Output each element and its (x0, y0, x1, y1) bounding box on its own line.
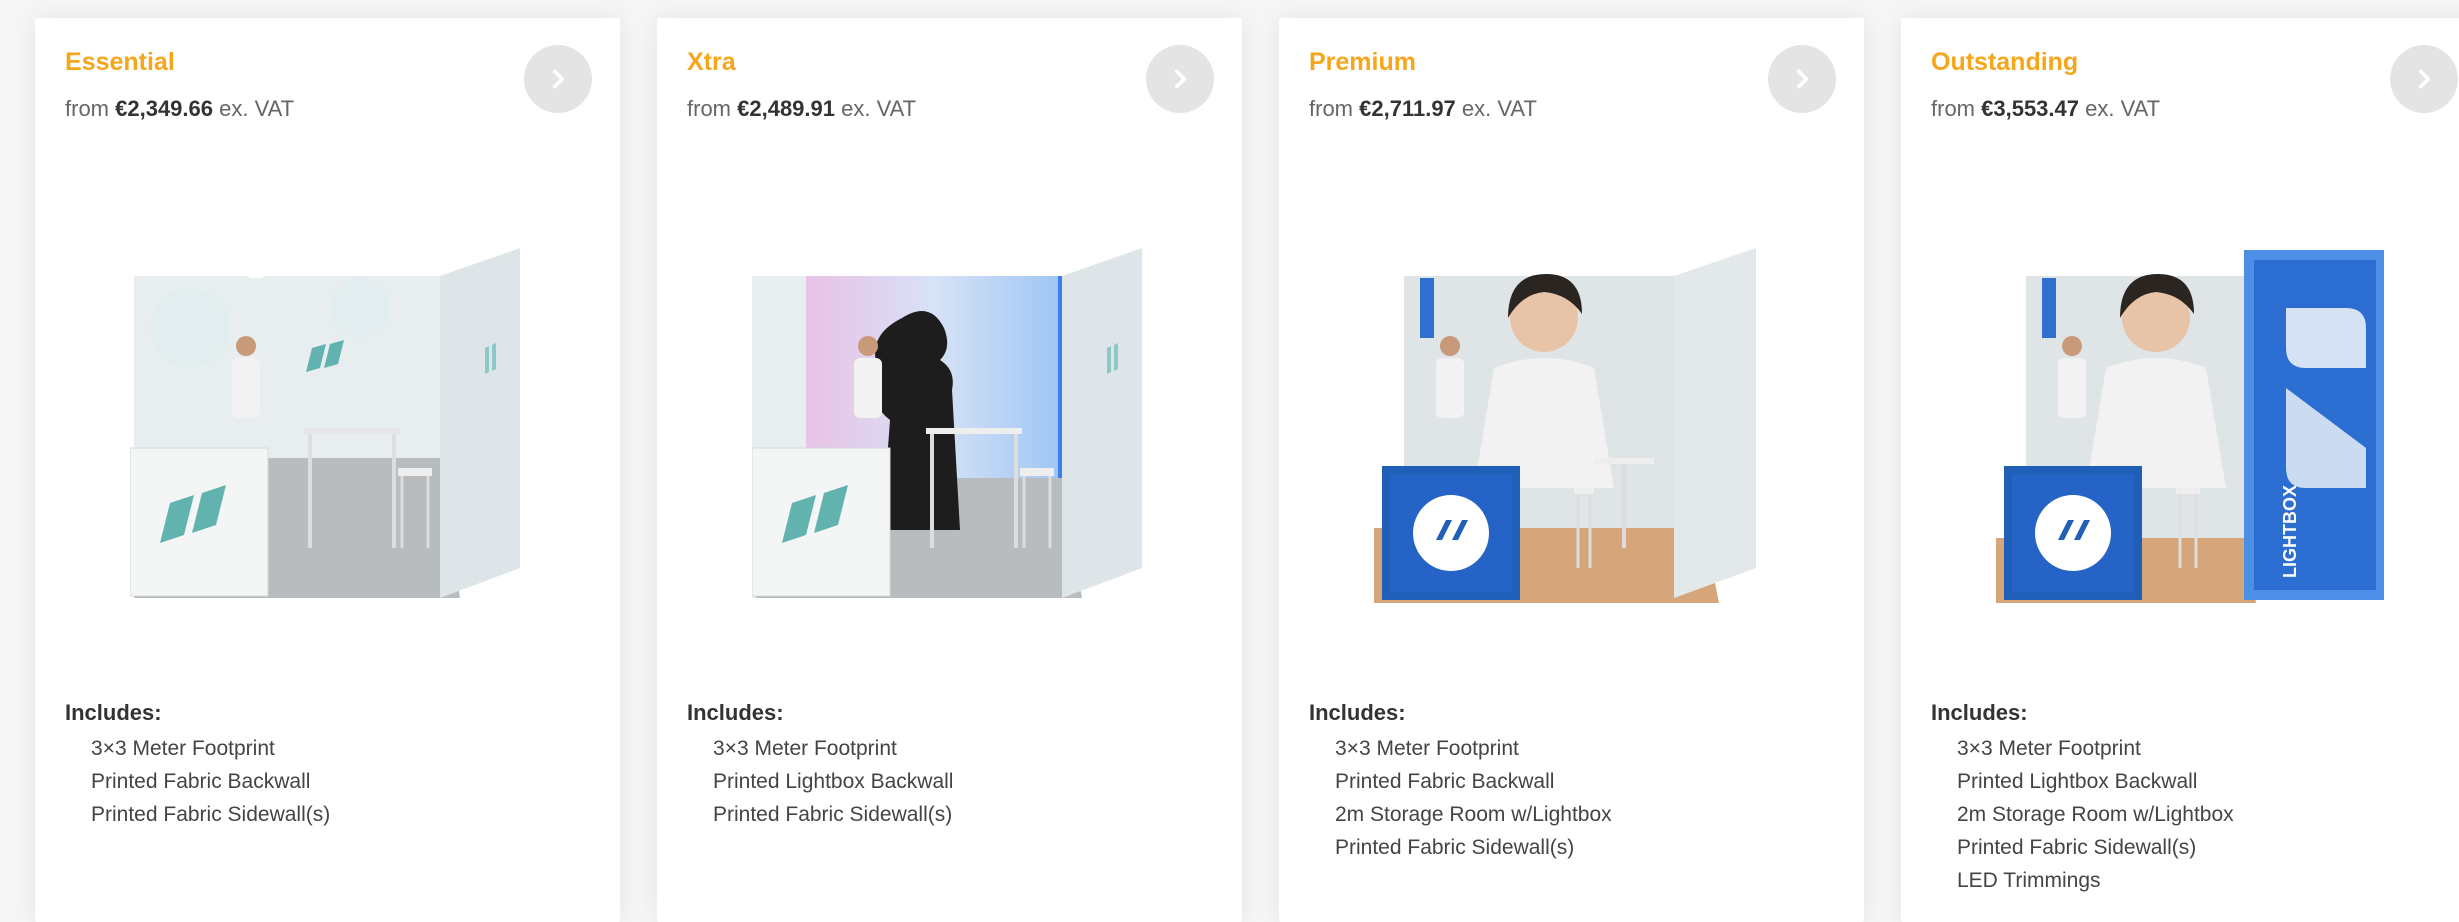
price-prefix: from (1931, 96, 1975, 121)
view-package-button[interactable] (1768, 45, 1836, 113)
booth-image-essential (130, 248, 520, 598)
package-card-essential[interactable]: Essential from €2,349.66 ex. VAT Include… (35, 18, 620, 922)
list-item: 3×3 Meter Footprint (1335, 737, 1519, 760)
price-prefix: from (687, 96, 731, 121)
includes-list: 3×3 Meter Footprint Printed Lightbox Bac… (1931, 732, 2234, 897)
chevron-right-icon (552, 69, 565, 89)
price-amount: €3,553.47 (1981, 96, 2079, 121)
includes-label: Includes: (1309, 700, 1406, 725)
includes-section: Includes: 3×3 Meter Footprint Printed Fa… (1309, 700, 1612, 864)
includes-section: Includes: 3×3 Meter Footprint Printed Li… (1931, 700, 2234, 897)
list-item: Printed Lightbox Backwall (1957, 770, 2198, 793)
includes-section: Includes: 3×3 Meter Footprint Printed Fa… (65, 700, 330, 831)
package-price: from €2,489.91 ex. VAT (687, 96, 916, 122)
package-card-premium[interactable]: Premium from €2,711.97 ex. VAT Includes:… (1279, 18, 1864, 922)
list-item: 2m Storage Room w/Lightbox (1335, 803, 1612, 826)
list-item: 3×3 Meter Footprint (91, 737, 275, 760)
price-suffix: ex. VAT (1461, 96, 1537, 121)
price-prefix: from (65, 96, 109, 121)
view-package-button[interactable] (2390, 45, 2458, 113)
package-title: Outstanding (1931, 48, 2079, 76)
list-item: Printed Fabric Sidewall(s) (1335, 836, 1575, 859)
includes-label: Includes: (1931, 700, 2028, 725)
booth-image-premium (1374, 248, 1756, 603)
includes-list: 3×3 Meter Footprint Printed Fabric Backw… (65, 732, 330, 831)
price-suffix: ex. VAT (2085, 96, 2161, 121)
package-price: from €2,349.66 ex. VAT (65, 96, 294, 122)
view-package-button[interactable] (524, 45, 592, 113)
chevron-right-icon (2418, 69, 2431, 89)
list-item: Printed Fabric Sidewall(s) (1957, 836, 2197, 859)
package-title: Xtra (687, 48, 736, 76)
list-item: Printed Fabric Backwall (91, 770, 311, 793)
list-item: LED Trimmings (1957, 869, 2101, 892)
package-card-outstanding[interactable]: Outstanding from €3,553.47 ex. VAT LIGHT… (1901, 18, 2459, 922)
includes-list: 3×3 Meter Footprint Printed Lightbox Bac… (687, 732, 953, 831)
package-card-xtra[interactable]: Xtra from €2,489.91 ex. VAT Includes: 3×… (657, 18, 1242, 922)
includes-label: Includes: (687, 700, 784, 725)
chevron-right-icon (1174, 69, 1187, 89)
package-title: Premium (1309, 48, 1416, 76)
booth-image-outstanding: LIGHTBOX (1996, 250, 2384, 603)
price-amount: €2,711.97 (1359, 96, 1456, 121)
includes-section: Includes: 3×3 Meter Footprint Printed Li… (687, 700, 953, 831)
price-suffix: ex. VAT (841, 96, 917, 121)
booth-image-xtra (752, 248, 1142, 598)
includes-label: Includes: (65, 700, 162, 725)
view-package-button[interactable] (1146, 45, 1214, 113)
list-item: Printed Fabric Sidewall(s) (713, 803, 953, 826)
price-amount: €2,349.66 (115, 96, 213, 121)
package-cards: Essential from €2,349.66 ex. VAT Include… (35, 18, 2459, 922)
price-suffix: ex. VAT (219, 96, 295, 121)
list-item: Printed Fabric Sidewall(s) (91, 803, 331, 826)
list-item: Printed Lightbox Backwall (713, 770, 954, 793)
package-price: from €3,553.47 ex. VAT (1931, 96, 2160, 122)
chevron-right-icon (1796, 69, 1809, 89)
price-prefix: from (1309, 96, 1353, 121)
list-item: 3×3 Meter Footprint (713, 737, 897, 760)
list-item: 3×3 Meter Footprint (1957, 737, 2141, 760)
includes-list: 3×3 Meter Footprint Printed Fabric Backw… (1309, 732, 1612, 864)
price-amount: €2,489.91 (737, 96, 835, 121)
list-item: Printed Fabric Backwall (1335, 770, 1555, 793)
package-title: Essential (65, 48, 175, 76)
package-price: from €2,711.97 ex. VAT (1309, 96, 1537, 122)
list-item: 2m Storage Room w/Lightbox (1957, 803, 2234, 826)
lightbox-label: LIGHTBOX (2280, 485, 2300, 578)
